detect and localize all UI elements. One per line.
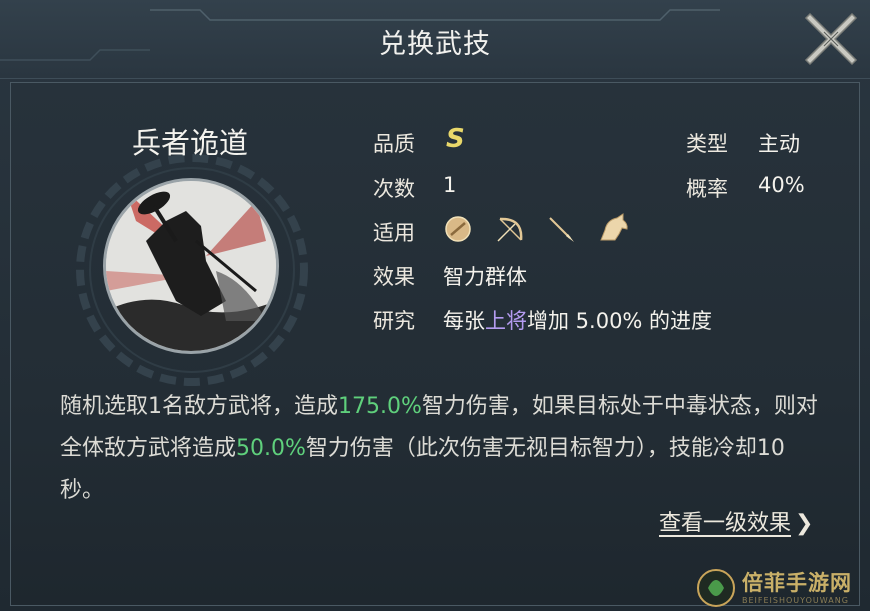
close-icon	[804, 12, 858, 66]
damage-value-primary: 175.0%	[338, 394, 422, 419]
count-value: 1	[443, 173, 457, 197]
effect-label: 效果	[373, 265, 415, 289]
watermark-subtext: BEIFEISHOUYOUWANG	[742, 596, 849, 605]
research-value: 每张上将增加 5.00% 的进度	[443, 309, 713, 333]
type-label: 类型	[686, 132, 728, 156]
effect-value: 智力群体	[443, 265, 527, 289]
horse-icon	[600, 213, 628, 241]
watermark-text: 倍菲手游网	[742, 571, 852, 595]
skill-name: 兵者诡道	[131, 126, 248, 160]
bow-icon	[497, 217, 523, 242]
rate-value: 40%	[758, 173, 805, 197]
count-label: 次数	[373, 177, 415, 201]
quality-label: 品质	[373, 132, 415, 156]
applies-label: 适用	[373, 221, 415, 245]
view-level1-link[interactable]: 查看一级效果 ❯	[659, 505, 813, 537]
research-highlight: 上将	[485, 309, 527, 333]
type-value: 主动	[758, 132, 800, 156]
research-label: 研究	[373, 309, 415, 333]
skill-portrait	[103, 178, 279, 354]
skill-description: 随机选取1名敌方武将，造成175.0%智力伤害，如果目标处于中毒状态，则对全体敌…	[60, 394, 818, 503]
damage-value-secondary: 50.0%	[236, 436, 306, 461]
close-button[interactable]	[802, 8, 860, 68]
quality-value: S	[446, 124, 465, 154]
spear-icon	[549, 217, 574, 242]
rate-label: 概率	[686, 177, 728, 201]
shield-icon	[445, 216, 471, 242]
chevron-right-icon: ❯	[795, 511, 814, 536]
page-title: 兑换武技	[379, 29, 491, 60]
title-bar: 兑换武技	[0, 0, 870, 79]
